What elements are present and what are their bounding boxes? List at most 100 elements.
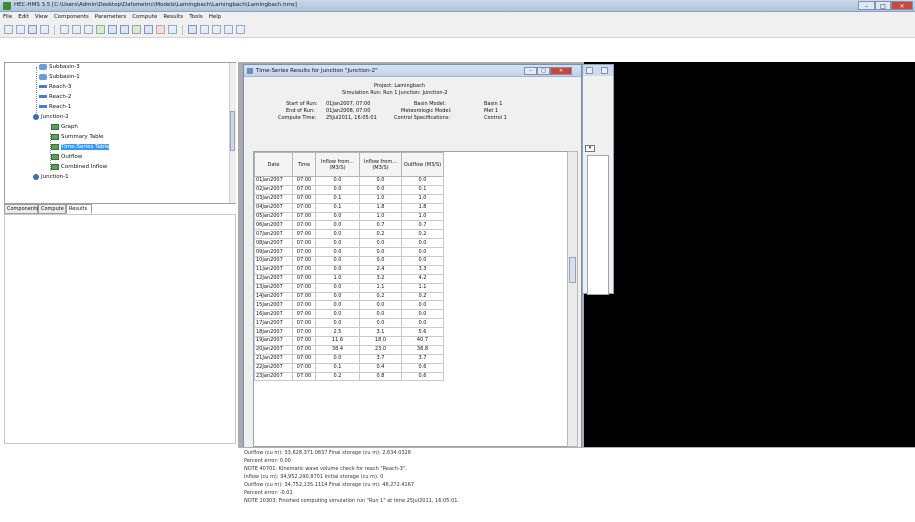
menu-help[interactable]: Help [206,12,225,21]
menu-file[interactable]: File [0,12,15,21]
chevron-down-icon[interactable]: ▾ [585,145,595,152]
cell-date: 13Jan2007 [254,282,293,293]
close-button[interactable]: ✕ [891,1,913,10]
tab-compute[interactable]: Compute [38,204,66,214]
print-icon[interactable] [40,25,49,34]
ts-close-button[interactable]: ✕ [550,67,572,75]
reservoir-icon[interactable] [120,25,129,34]
table-row[interactable]: 22Jan2007 07:00 0.1 0.4 0.6 [254,362,444,373]
table-row[interactable]: 06Jan2007 07:00 0.0 0.7 0.7 [254,220,444,231]
table-row[interactable]: 23Jan2007 07:00 0.2 0.8 0.6 [254,371,444,382]
background-window-list[interactable] [587,155,609,295]
table-row[interactable]: 21Jan2007 07:00 0.0 3.7 3.7 [254,353,444,364]
sink-icon[interactable] [168,25,177,34]
table-row[interactable]: 13Jan2007 07:00 0.0 1.1 1.1 [254,282,444,293]
results-icon[interactable] [236,25,245,34]
tree-item-time-series-table[interactable]: Time-Series Table [51,143,110,151]
new-icon[interactable] [4,25,13,34]
tree-item-graph[interactable]: Graph [51,123,78,131]
table-row[interactable]: 12Jan2007 07:00 1.0 3.2 4.2 [254,273,444,284]
project-name: Project: Lamingbach [374,83,425,89]
column-header-inflow-1[interactable]: Inflow from... (M3/S) [315,152,360,177]
table-row[interactable]: 10Jan2007 07:00 0.0 0.0 0.0 [254,256,444,266]
table-icon[interactable] [224,25,233,34]
background-window[interactable]: ▾ [582,64,614,295]
tree-item-outflow[interactable]: Outflow [51,153,82,161]
ts-minimize-button[interactable]: – [524,67,537,75]
open-icon[interactable] [16,25,25,34]
background-window-button[interactable] [586,67,593,74]
background-window-button[interactable] [601,67,608,74]
column-header-time[interactable]: Time [292,152,316,177]
table-row[interactable]: 02Jan2007 07:00 0.0 0.0 0.1 [254,184,444,195]
table-row[interactable]: 05Jan2007 07:00 0.0 1.0 1.0 [254,211,444,222]
cell-outflow: 1.0 [401,211,444,222]
tree-item-combined-inflow[interactable]: Combined Inflow [51,163,107,171]
tree-item-reach-3[interactable]: Reach-3 [39,83,71,91]
tree-item-subbasin-1[interactable]: Subbasin-1 [39,73,80,81]
table-row[interactable]: 20Jan2007 07:00 38.4 23.0 38.8 [254,344,444,355]
tab-results[interactable]: Results [66,204,92,214]
zoom-icon[interactable] [84,25,93,34]
tree-item-reach-1[interactable]: Reach-1 [39,103,71,111]
tree-item-junction-1[interactable]: Junction-1 [33,173,69,181]
table-row[interactable]: 16Jan2007 07:00 0.0 0.0 0.0 [254,309,444,320]
table-row[interactable]: 14Jan2007 07:00 0.0 0.2 0.2 [254,291,444,302]
explorer-scroll-thumb[interactable] [230,111,235,151]
save-icon[interactable] [28,25,37,34]
table-row[interactable]: 11Jan2007 07:00 0.0 2.4 3.3 [254,264,444,275]
table-row[interactable]: 09Jan2007 07:00 0.0 0.0 0.0 [254,247,444,258]
tree-item-subbasin-3[interactable]: Subbasin-3 [39,63,80,71]
cell-time: 07:00 [292,362,316,373]
message-log: Outflow (cu m): 33,628,371.0837 Final st… [238,447,915,522]
table-row[interactable]: 08Jan2007 07:00 0.0 0.0 0.0 [254,238,444,249]
tree-item-reach-2[interactable]: Reach-2 [39,93,71,101]
column-header-date[interactable]: Date [254,152,293,177]
cell-date: 07Jan2007 [254,229,293,240]
junction-icon[interactable] [144,25,153,34]
subbasin-icon[interactable] [96,25,105,34]
table-row[interactable]: 01Jan2007 07:00 0.0 0.0 0.0 [254,176,444,186]
tab-components[interactable]: Components [4,204,39,214]
maximize-button[interactable]: □ [875,1,891,10]
summary-icon[interactable] [212,25,221,34]
table-row[interactable]: 04Jan2007 07:00 0.1 1.8 1.8 [254,202,444,213]
basin-map-pane[interactable] [584,62,915,448]
diversion-icon[interactable] [156,25,165,34]
cell-date: 04Jan2007 [254,202,293,213]
pan-icon[interactable] [72,25,81,34]
table-scrollbar[interactable] [567,151,578,447]
source-icon[interactable] [132,25,141,34]
graph-icon[interactable] [200,25,209,34]
ts-maximize-button[interactable]: □ [537,67,550,75]
message-line: Outflow (cu m): 34,752,135.1114 Final st… [244,482,415,488]
column-header-outflow[interactable]: Outflow (M3/S) [401,152,444,177]
reach-icon[interactable] [108,25,117,34]
cell-inflow-1: 2.5 [315,327,360,338]
menu-parameters[interactable]: Parameters [92,12,129,21]
cell-time: 07:00 [292,344,316,355]
time-series-table[interactable]: Date Time Inflow from... (M3/S) Inflow f… [253,151,569,447]
select-icon[interactable] [60,25,69,34]
table-row[interactable]: 17Jan2007 07:00 0.0 0.0 0.0 [254,318,444,329]
menu-edit[interactable]: Edit [15,12,32,21]
table-row[interactable]: 03Jan2007 07:00 0.1 1.0 1.0 [254,193,444,204]
cell-inflow-1: 0.1 [315,202,360,213]
table-row[interactable]: 19Jan2007 07:00 11.6 18.0 40.7 [254,336,444,346]
cell-outflow: 5.6 [401,327,444,338]
menu-results[interactable]: Results [160,12,186,21]
tree-item-junction-2[interactable]: Junction-2 [33,113,69,121]
column-header-inflow-2[interactable]: Inflow from... (M3/S) [359,152,402,177]
table-row[interactable]: 15Jan2007 07:00 0.0 0.0 0.0 [254,300,444,311]
end-value: 01Jan2008, 07:00 [326,108,371,114]
menu-components[interactable]: Components [51,12,92,21]
table-scroll-thumb[interactable] [569,257,576,283]
compute-icon[interactable] [188,25,197,34]
table-row[interactable]: 18Jan2007 07:00 2.5 3.1 5.6 [254,327,444,338]
minimize-button[interactable]: – [858,1,875,10]
menu-tools[interactable]: Tools [186,12,206,21]
menu-compute[interactable]: Compute [129,12,160,21]
menu-view[interactable]: View [32,12,51,21]
table-row[interactable]: 07Jan2007 07:00 0.0 0.2 0.2 [254,229,444,240]
tree-item-summary-table[interactable]: Summary Table [51,133,104,141]
